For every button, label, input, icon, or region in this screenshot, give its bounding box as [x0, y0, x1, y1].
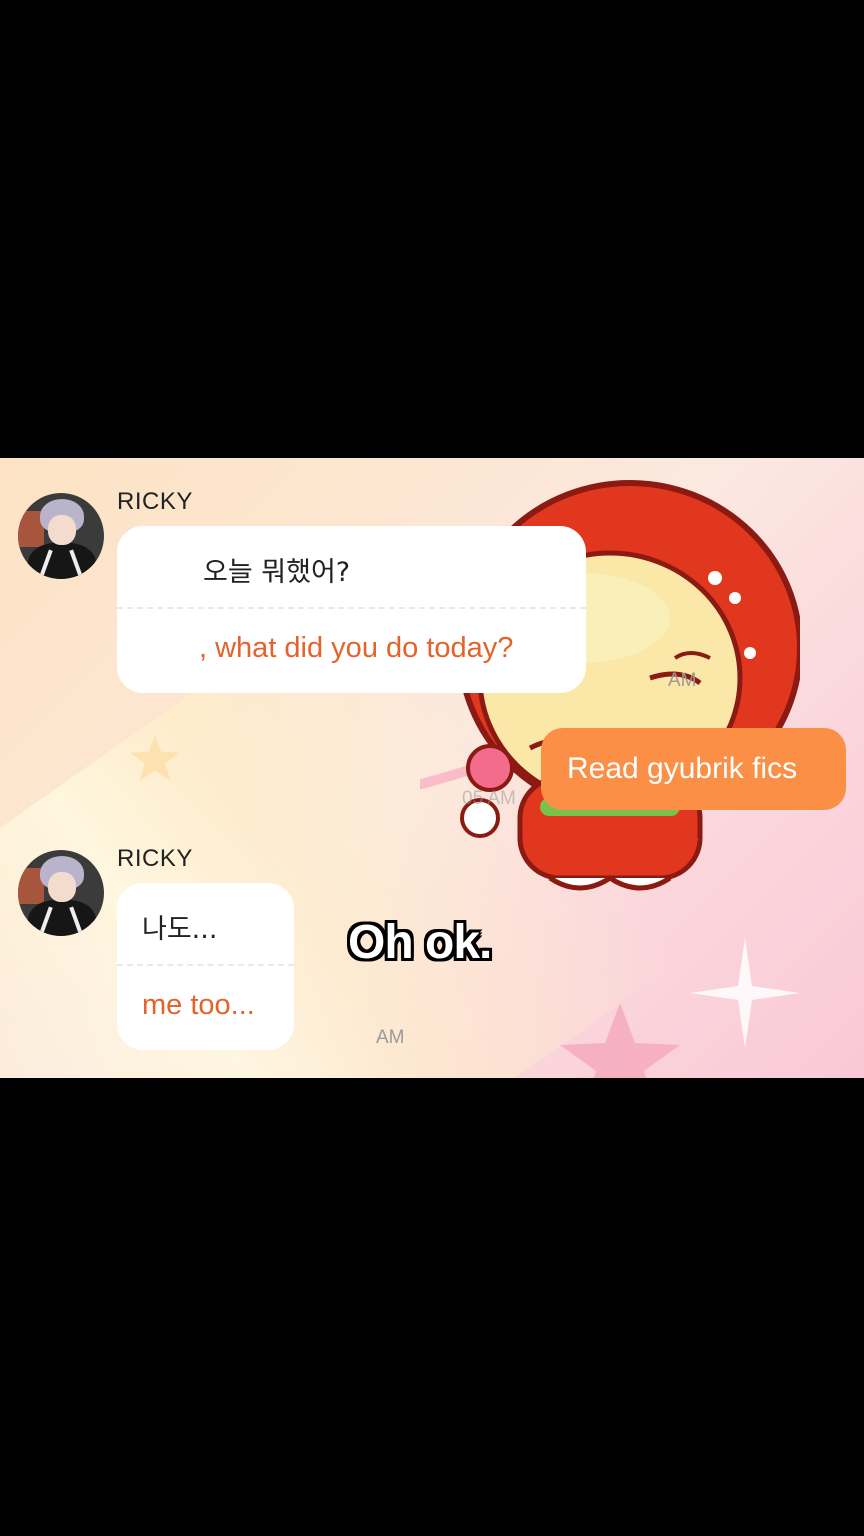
message-divider — [117, 964, 294, 966]
message-translation-text: me too... — [142, 989, 255, 1021]
avatar[interactable] — [18, 493, 104, 579]
star-icon — [130, 735, 180, 781]
message-time: 05 AM — [462, 788, 516, 809]
message-translation-text: , what did you do today? — [199, 632, 514, 664]
message-time: AM — [376, 1027, 405, 1048]
message-bubble-outgoing[interactable]: Read gyubrik fics — [541, 728, 846, 810]
sender-name: RICKY — [117, 845, 193, 872]
chat-area[interactable]: RICKY 오늘 뭐했어? , what did you do today? A… — [0, 458, 864, 1078]
sparkle-icon — [690, 938, 800, 1048]
message-divider — [117, 607, 586, 609]
message-time: AM — [668, 670, 697, 691]
star-icon — [560, 1003, 680, 1078]
message-original-text: 나도... — [142, 914, 218, 945]
message-bubble-incoming[interactable]: 나도... me too... — [117, 883, 294, 1050]
video-caption: Oh ok. — [348, 916, 492, 969]
message-bubble-incoming[interactable]: 오늘 뭐했어? , what did you do today? — [117, 526, 586, 693]
sender-name: RICKY — [117, 488, 193, 515]
avatar[interactable] — [18, 850, 104, 936]
message-original-text: 오늘 뭐했어? — [203, 557, 351, 588]
